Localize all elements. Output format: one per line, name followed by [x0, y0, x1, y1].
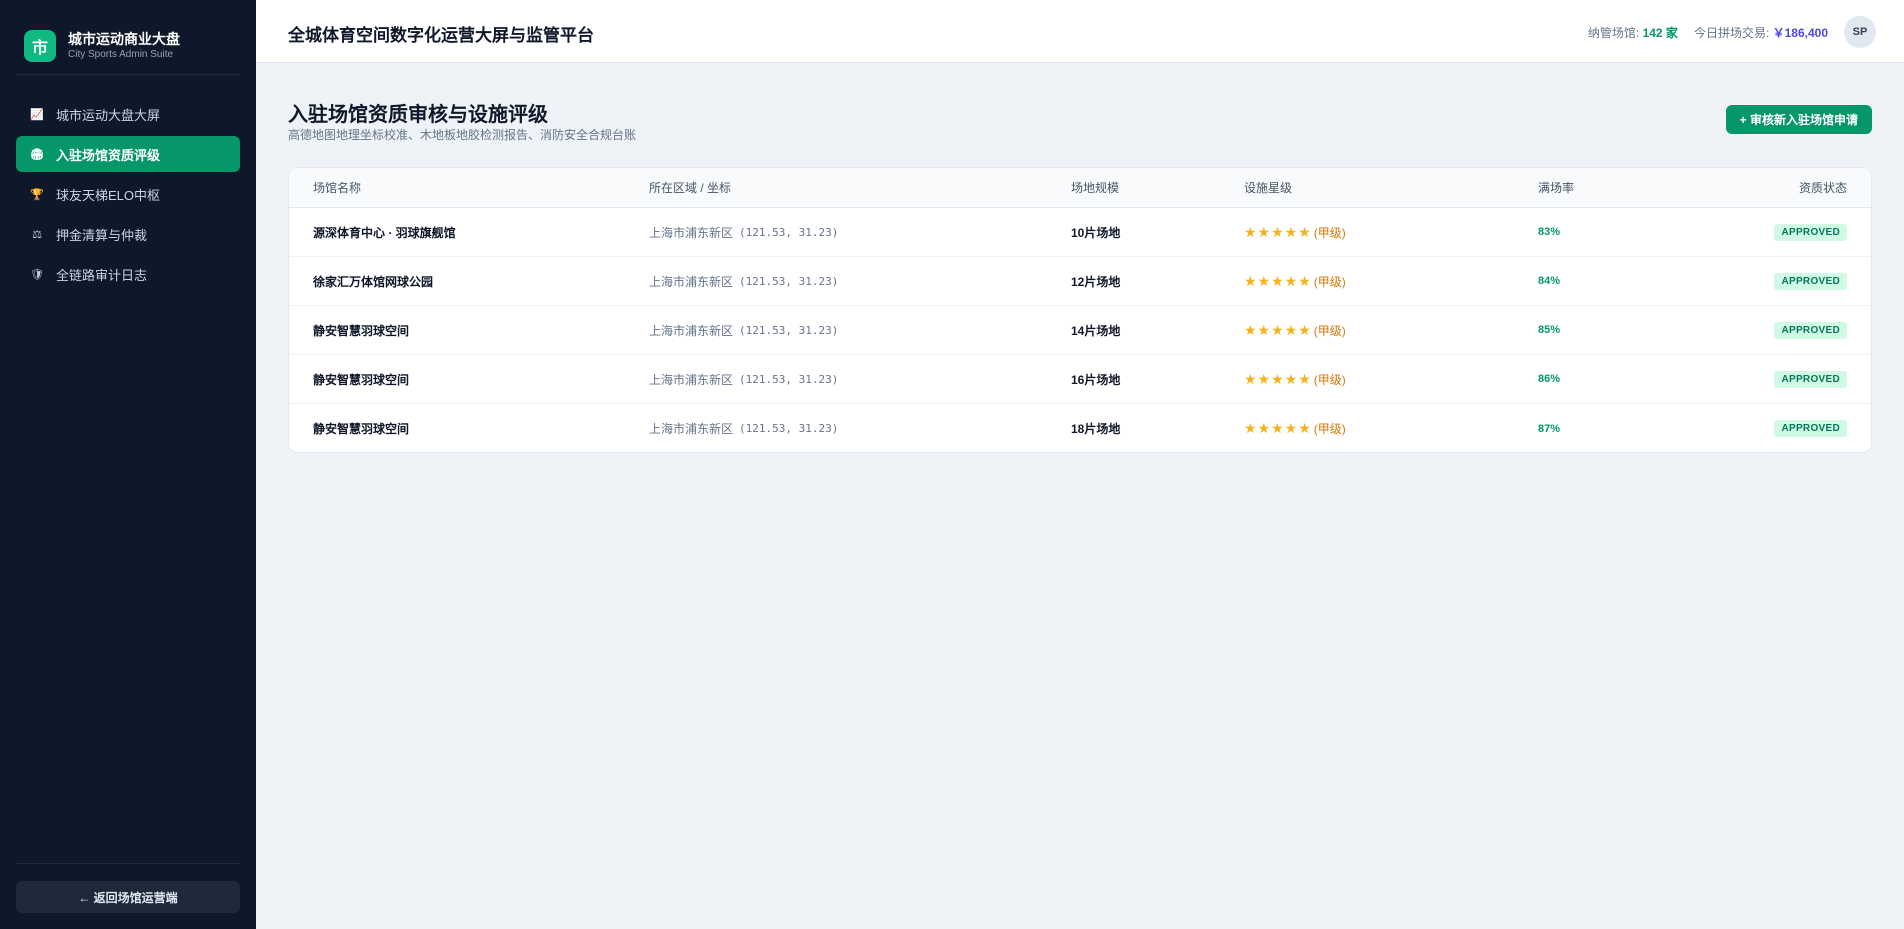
star-rating-icon: ★★★★★: [1244, 272, 1312, 289]
today-trade-value: ￥186,400: [1772, 25, 1828, 40]
managed-venues-value: 142 家: [1642, 25, 1678, 40]
top-header: 全城体育空间数字化运营大屏与监管平台 纳管场馆: 142 家 今日拼场交易: ￥…: [256, 0, 1904, 63]
table-row[interactable]: 静安智慧羽球空间 上海市浦东新区 (121.53, 31.23) 18片场地 ★★★★★…: [289, 404, 1871, 452]
venue-coordinate: (121.53, 31.23): [739, 274, 839, 288]
sidebar-item-label: 球友天梯ELO中枢: [56, 187, 161, 203]
column-header-rating: 设施星级: [1244, 181, 1293, 195]
column-header-name: 场馆名称: [313, 181, 362, 195]
venue-coordinate: (121.53, 31.23): [739, 323, 839, 337]
occupancy-rate: 83%: [1538, 226, 1561, 238]
venue-name: 静安智慧羽球空间: [313, 422, 410, 436]
review-new-venue-button[interactable]: + 审核新入驻场馆申请: [1725, 105, 1872, 134]
star-rating-icon: ★★★★★: [1244, 420, 1312, 436]
venue-scale: 18片场地: [1071, 422, 1121, 436]
table-body: 源深体育中心 · 羽球旗舰馆 上海市浦东新区 (121.53, 31.23) 10片场…: [289, 208, 1871, 452]
sidebar-nav: 📈 城市运动大盘大屏 🏟 入驻场馆资质评级 🏆 球友天梯ELO中枢 ⚖ 押金清算与仲裁 🛡 全链路…: [16, 96, 240, 296]
page-title: 入驻场馆资质审核与设施评级: [288, 104, 548, 126]
venue-grade: (甲级): [1313, 372, 1346, 387]
venue-grade: (甲级): [1313, 422, 1346, 436]
scale-icon: ⚖: [32, 228, 42, 241]
table-row[interactable]: 徐家汇万体馆网球公园 上海市浦东新区 (121.53, 31.23) 12片场地 ★★★…: [289, 257, 1871, 306]
sidebar-item-1[interactable]: 🏟 入驻场馆资质评级: [16, 136, 240, 172]
brand-logo: 市: [24, 30, 56, 62]
venue-name: 徐家汇万体馆网球公园: [313, 274, 434, 289]
venue-region: 上海市浦东新区: [649, 372, 734, 387]
column-header-occupancy: 满场率: [1538, 181, 1575, 195]
occupancy-rate: 86%: [1538, 373, 1561, 385]
venue-region: 上海市浦东新区: [649, 225, 734, 240]
sidebar-item-label: 城市运动大盘大屏: [56, 107, 161, 123]
venue-region: 上海市浦东新区: [649, 323, 734, 338]
sidebar-item-4[interactable]: 🛡 全链路审计日志: [16, 256, 240, 292]
star-rating-icon: ★★★★★: [1244, 321, 1312, 338]
venue-region: 上海市浦东新区: [649, 422, 734, 436]
divider: [16, 74, 240, 75]
venue-coordinate: (121.53, 31.23): [739, 372, 839, 386]
brand: 市 城市运动商业大盘 City Sports Admin Suite: [24, 30, 180, 62]
venue-coordinate: (121.53, 31.23): [739, 225, 839, 239]
status-badge: APPROVED: [1774, 272, 1847, 290]
occupancy-rate: 84%: [1538, 275, 1561, 287]
venue-region: 上海市浦东新区: [649, 274, 734, 289]
occupancy-rate: 87%: [1538, 422, 1561, 435]
venue-coordinate: (121.53, 31.23): [739, 422, 839, 435]
status-badge: APPROVED: [1774, 321, 1847, 339]
occupancy-rate: 85%: [1538, 324, 1561, 336]
column-header-status: 资质状态: [1798, 181, 1847, 195]
today-trade-stat: 今日拼场交易: ￥186,400: [1694, 24, 1828, 41]
status-badge: APPROVED: [1774, 370, 1847, 388]
column-header-scale: 场地规模: [1071, 181, 1120, 195]
venue-name: 静安智慧羽球空间: [313, 323, 410, 338]
status-badge: APPROVED: [1774, 420, 1847, 437]
table-header: 场馆名称 所在区域 / 坐标 场地规模 设施星级 满场率 资质状态: [289, 168, 1871, 208]
sidebar: 市 城市运动商业大盘 City Sports Admin Suite 📈 城市运动…: [0, 0, 256, 929]
column-header-region: 所在区域 / 坐标: [649, 181, 732, 195]
sidebar-item-label: 入驻场馆资质评级: [56, 147, 161, 163]
brand-title: 城市运动商业大盘: [68, 31, 180, 47]
avatar[interactable]: SP: [1844, 16, 1876, 48]
table-row[interactable]: 静安智慧羽球空间 上海市浦东新区 (121.53, 31.23) 14片场地 ★★★★★…: [289, 306, 1871, 355]
trophy-icon: 🏆: [30, 188, 44, 201]
page-header-title: 全城体育空间数字化运营大屏与监管平台: [288, 26, 594, 45]
managed-venues-label: 纳管场馆:: [1587, 25, 1643, 40]
venue-grade: (甲级): [1313, 323, 1346, 338]
table-row[interactable]: 源深体育中心 · 羽球旗舰馆 上海市浦东新区 (121.53, 31.23) 10片场…: [289, 208, 1871, 257]
back-to-venue-ops-button[interactable]: ← 返回场馆运营端: [16, 881, 240, 913]
star-rating-icon: ★★★★★: [1244, 370, 1312, 387]
star-rating-icon: ★★★★★: [1244, 223, 1312, 240]
stadium-icon: 🏟: [30, 148, 44, 161]
status-badge: APPROVED: [1774, 223, 1847, 241]
venue-scale: 10片场地: [1071, 225, 1121, 240]
table-row[interactable]: 静安智慧羽球空间 上海市浦东新区 (121.53, 31.23) 16片场地 ★★★★★…: [289, 355, 1871, 404]
sidebar-item-0[interactable]: 📈 城市运动大盘大屏: [16, 96, 240, 132]
sidebar-item-label: 押金清算与仲裁: [56, 227, 148, 243]
page-subtitle: 高德地图地理坐标校准、木地板地胶检测报告、消防安全合规台账: [288, 128, 637, 142]
venue-name: 静安智慧羽球空间: [313, 372, 410, 387]
chart-icon: 📈: [30, 108, 44, 121]
divider: [16, 863, 240, 864]
header-stats: 纳管场馆: 142 家 今日拼场交易: ￥186,400 SP: [1588, 16, 1876, 48]
sidebar-item-3[interactable]: ⚖ 押金清算与仲裁: [16, 216, 240, 252]
venue-table: 场馆名称 所在区域 / 坐标 场地规模 设施星级 满场率 资质状态 源深体育中心…: [288, 167, 1872, 453]
shield-icon: 🛡: [30, 268, 44, 281]
sidebar-item-2[interactable]: 🏆 球友天梯ELO中枢: [16, 176, 240, 212]
managed-venues-stat: 纳管场馆: 142 家: [1588, 24, 1678, 41]
brand-subtitle: City Sports Admin Suite: [68, 49, 174, 60]
today-trade-label: 今日拼场交易:: [1693, 25, 1773, 40]
venue-grade: (甲级): [1313, 225, 1346, 240]
venue-scale: 12片场地: [1071, 274, 1121, 289]
venue-scale: 16片场地: [1071, 372, 1121, 387]
venue-grade: (甲级): [1313, 274, 1346, 289]
venue-scale: 14片场地: [1071, 323, 1121, 338]
venue-name: 源深体育中心 · 羽球旗舰馆: [313, 225, 456, 240]
sidebar-item-label: 全链路审计日志: [56, 267, 148, 283]
